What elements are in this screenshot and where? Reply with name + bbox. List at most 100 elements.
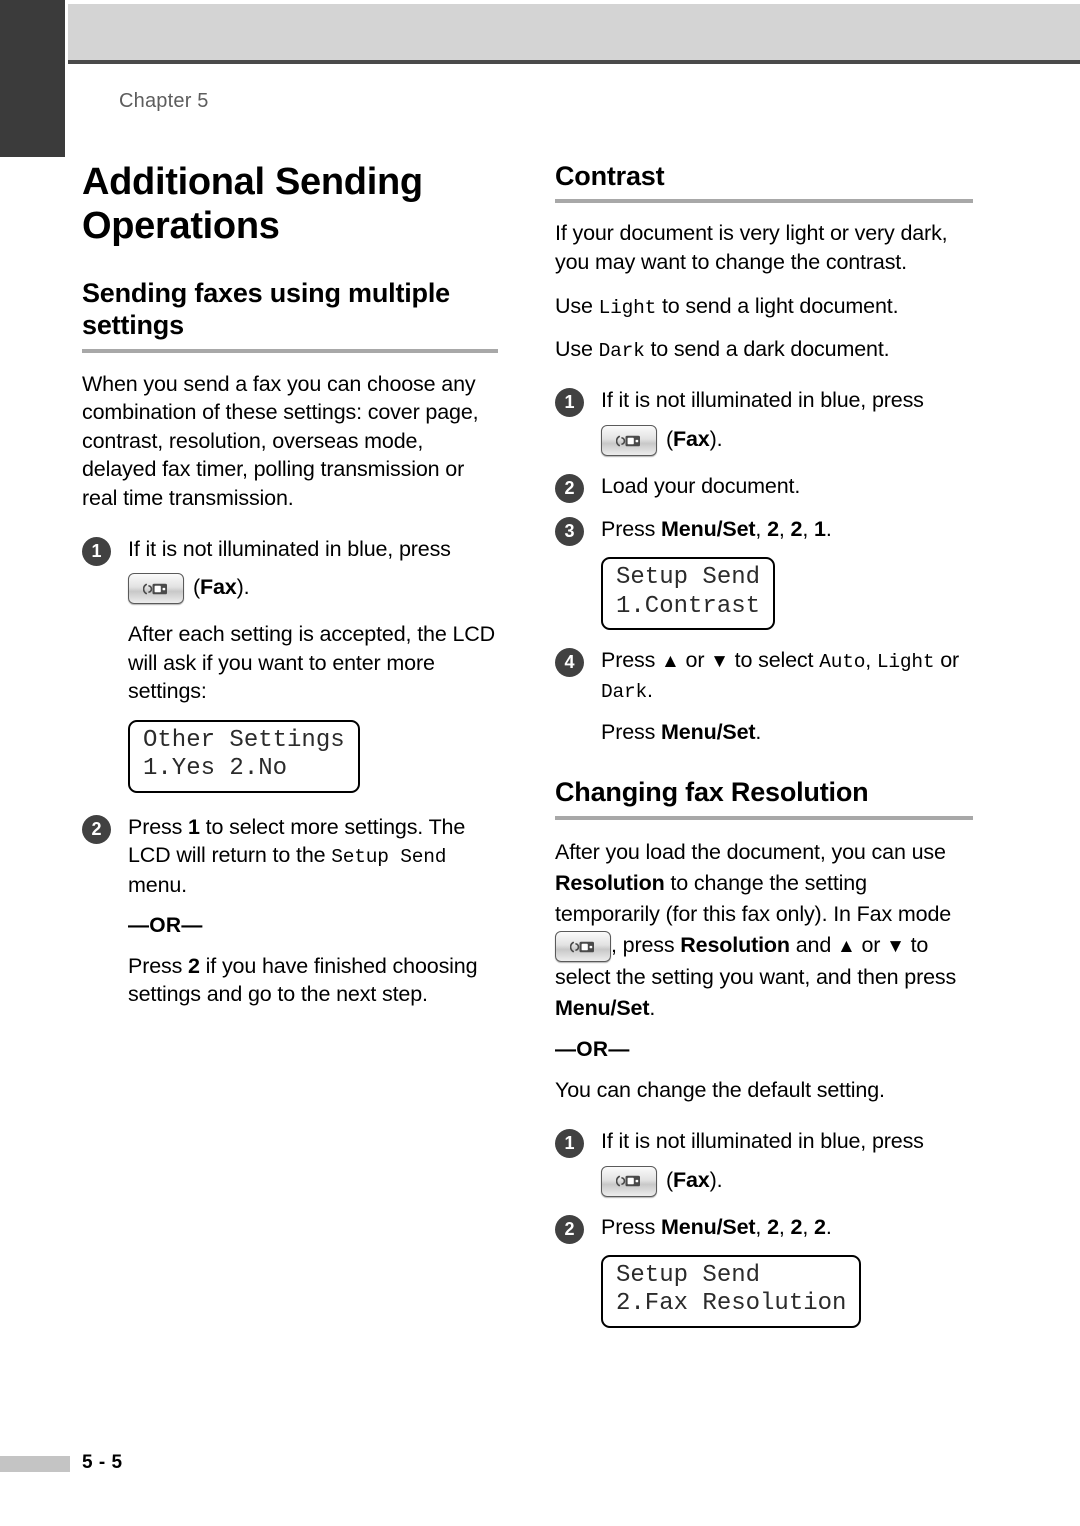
text-part: or (855, 933, 887, 958)
lcd-line-1: Setup Send (616, 1262, 761, 1290)
step-item: 3 Press Menu/Set, 2, 2, 1. Setup Send 1.… (555, 515, 973, 630)
text-part: to send a light document. (656, 293, 899, 318)
fax-caption-open: ( (666, 1167, 674, 1192)
arrow-down-icon: ▼ (886, 936, 905, 958)
setting-name-mono: Auto (819, 650, 866, 673)
text-part: Press (601, 1214, 662, 1239)
section-heading-sending-faxes: Sending faxes using multiple settings (82, 277, 450, 341)
footer-bar (0, 1456, 70, 1472)
page-title: Additional Sending Operations (82, 161, 423, 248)
key-digit: 2 (790, 1214, 803, 1239)
step-number-badge: 1 (82, 536, 111, 566)
text-part: , (802, 516, 814, 541)
key-digit: 2 (790, 516, 803, 541)
step-number-badge: 2 (555, 1214, 584, 1244)
step-text-alt: Press 2 if you have finished choosing se… (128, 952, 498, 1009)
text-part: Use (555, 336, 599, 361)
step-number-badge: 4 (555, 647, 584, 677)
text-part: , (865, 647, 877, 672)
resolution-paragraph: After you load the document, you can use… (555, 837, 973, 1025)
step-button-line: (Fax). (601, 1165, 973, 1197)
step-number-badge: 1 (555, 388, 584, 418)
lcd-line-1: Other Settings (143, 727, 345, 755)
intro-paragraph: When you send a fax you can choose any c… (82, 371, 479, 511)
step-key-bold: 2 (188, 953, 200, 978)
lcd-line-1: Setup Send (616, 564, 761, 592)
step-key-bold: 1 (188, 814, 200, 839)
key-menuset: Menu/Set (661, 719, 756, 744)
text-part: to send a dark document. (644, 336, 890, 361)
lcd-display: Setup Send 1.Contrast (601, 557, 776, 630)
setting-name-mono: Dark (598, 339, 645, 362)
text-part: Use (555, 293, 599, 318)
step-button-line: (Fax). (128, 573, 498, 605)
step-item: 4 Press ▲ or ▼ to select Auto, Light or … (555, 646, 973, 746)
text-part: or (679, 647, 711, 672)
text-part: . (825, 1214, 832, 1239)
step-text-part: Press (128, 814, 189, 839)
step-item: 2 Load your document. (555, 472, 973, 504)
arrow-down-icon: ▼ (710, 650, 729, 672)
text-part: Press (601, 647, 662, 672)
fax-button-icon[interactable] (601, 1165, 657, 1197)
text-part: , (802, 1214, 814, 1239)
key-menuset: Menu/Set (555, 996, 650, 1021)
text-part: . (647, 677, 653, 702)
fax-caption-bold: Fax (673, 427, 710, 452)
default-setting-text: You can change the default setting. (555, 1078, 885, 1103)
fax-caption-bold: Fax (200, 575, 237, 600)
fax-caption-bold: Fax (673, 1167, 710, 1192)
lcd-display: Setup Send 2.Fax Resolution (601, 1255, 862, 1328)
key-resolution: Resolution (555, 870, 665, 895)
setting-name-mono: Dark (601, 680, 648, 703)
step-text-part: menu. (128, 873, 188, 898)
step-number-badge: 3 (555, 516, 584, 546)
text-part: After you load the document, you can use (555, 839, 946, 864)
step-button-line: (Fax). (601, 425, 973, 457)
fax-caption-close: ). (709, 427, 723, 452)
text-part: , (755, 1214, 768, 1239)
text-part: Press (601, 719, 662, 744)
step-item: 2 Press Menu/Set, 2, 2, 2. Setup Send 2.… (555, 1213, 973, 1328)
text-part: , (755, 516, 768, 541)
lcd-display: Other Settings 1.Yes 2.No (128, 720, 360, 793)
step-text: Press ▲ or ▼ to select Auto, Light or Da… (601, 646, 973, 706)
step-note: After each setting is accepted, the LCD … (128, 622, 496, 704)
step-number-badge: 2 (82, 814, 111, 844)
step-text: If it is not illuminated in blue, press (601, 388, 924, 413)
text-part: or (934, 647, 960, 672)
key-digit: 2 (767, 1214, 779, 1239)
fax-caption-close: ). (236, 575, 250, 600)
contrast-intro: If your document is very light or very d… (555, 221, 948, 274)
fax-caption-open: ( (666, 427, 674, 452)
step-number-badge: 2 (555, 474, 584, 504)
step-text-part: Press (128, 953, 189, 978)
key-resolution: Resolution (680, 933, 790, 958)
text-part: , (778, 1214, 791, 1239)
fax-button-icon[interactable] (128, 573, 184, 605)
step-text: Press Menu/Set, 2, 2, 2. (601, 1213, 973, 1242)
step-text: Press Menu/Set, 2, 2, 1. (601, 515, 973, 544)
step-text: Load your document. (601, 474, 801, 499)
step-item: 2 Press 1 to select more settings. The L… (82, 813, 498, 1009)
text-part: . (825, 516, 832, 541)
lcd-line-2: 1.Contrast (616, 592, 761, 620)
step-text: If it is not illuminated in blue, press (601, 1128, 924, 1153)
lcd-line-2: 2.Fax Resolution (616, 1290, 847, 1318)
fax-caption-open: ( (193, 575, 201, 600)
text-part: , press (611, 933, 681, 958)
step-item: 1 If it is not illuminated in blue, pres… (555, 386, 973, 457)
setting-name-mono: Light (876, 650, 935, 673)
section-heading-contrast: Contrast (555, 161, 665, 191)
key-menuset: Menu/Set (661, 1214, 756, 1239)
fax-button-icon[interactable] (601, 425, 657, 457)
right-column: Contrast If your document is very light … (555, 160, 973, 1328)
chapter-label: Chapter 5 (119, 90, 209, 112)
use-light-line: Use Light to send a light document. (555, 292, 973, 322)
arrow-up-icon: ▲ (661, 650, 680, 672)
key-menuset: Menu/Set (661, 516, 756, 541)
step-number-badge: 1 (555, 1128, 584, 1158)
fax-button-icon[interactable] (555, 931, 611, 962)
text-part: and (789, 933, 837, 958)
use-dark-line: Use Dark to send a dark document. (555, 335, 973, 365)
